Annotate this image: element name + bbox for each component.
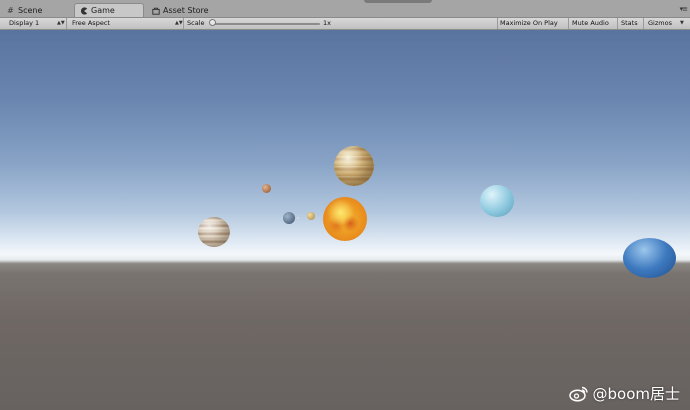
scale-slider-thumb[interactable] [209, 19, 216, 26]
toolbar-divider [643, 18, 644, 29]
mute-audio-button[interactable]: Mute Audio [572, 18, 609, 29]
toolbar-divider [617, 18, 618, 29]
watermark-text: @boom居士 [592, 385, 681, 403]
store-icon [151, 6, 160, 15]
gizmos-dropdown[interactable]: Gizmos [648, 18, 672, 29]
aspect-dropdown[interactable]: Free Aspect [72, 18, 110, 29]
sun [323, 197, 367, 241]
toolbar-divider [568, 18, 569, 29]
display-dropdown-arrow-icon: ▲▼ [57, 20, 65, 26]
tab-game-label: Game [91, 6, 115, 15]
toolbar-divider [497, 18, 498, 29]
tab-game[interactable]: Game [74, 3, 144, 17]
window-menu-icon[interactable]: ▾≡ [680, 5, 688, 13]
game-toolbar: Display 1 ▲▼ Free Aspect ▲▼ Scale 1x Max… [0, 18, 690, 30]
tab-asset-store-label: Asset Store [163, 6, 209, 15]
tab-scene-label: Scene [18, 6, 43, 15]
planet-neptune [623, 238, 676, 278]
tab-asset-store[interactable]: Asset Store [151, 4, 209, 17]
stats-button[interactable]: Stats [621, 18, 638, 29]
game-viewport[interactable]: @boom居士 [0, 30, 690, 410]
top-drag-handle[interactable] [364, 0, 432, 3]
planet-jupiter [198, 217, 230, 247]
toolbar-divider [66, 18, 67, 29]
moon [297, 217, 299, 219]
editor-tab-bar: # Scene Game Asset Store ▾≡ [0, 0, 690, 18]
planet-venus [307, 212, 315, 220]
maximize-on-play-button[interactable]: Maximize On Play [500, 18, 558, 29]
scale-label: Scale [187, 19, 205, 27]
watermark: @boom居士 [568, 383, 681, 404]
aspect-dropdown-arrow-icon: ▲▼ [175, 20, 183, 26]
gizmos-dropdown-arrow-icon: ▼ [680, 20, 684, 26]
pacman-icon [79, 6, 88, 15]
planet-mars [262, 184, 271, 193]
grid-icon: # [7, 6, 14, 15]
display-dropdown[interactable]: Display 1 [9, 18, 39, 29]
planet-uranus [480, 185, 514, 217]
weibo-icon [568, 386, 588, 402]
scale-value: 1x [323, 19, 331, 27]
planet-saturn [334, 146, 374, 186]
tab-scene[interactable]: # Scene [6, 4, 42, 17]
planet-earth [283, 212, 295, 224]
toolbar-divider [183, 18, 184, 29]
scale-slider-track[interactable] [212, 23, 320, 25]
